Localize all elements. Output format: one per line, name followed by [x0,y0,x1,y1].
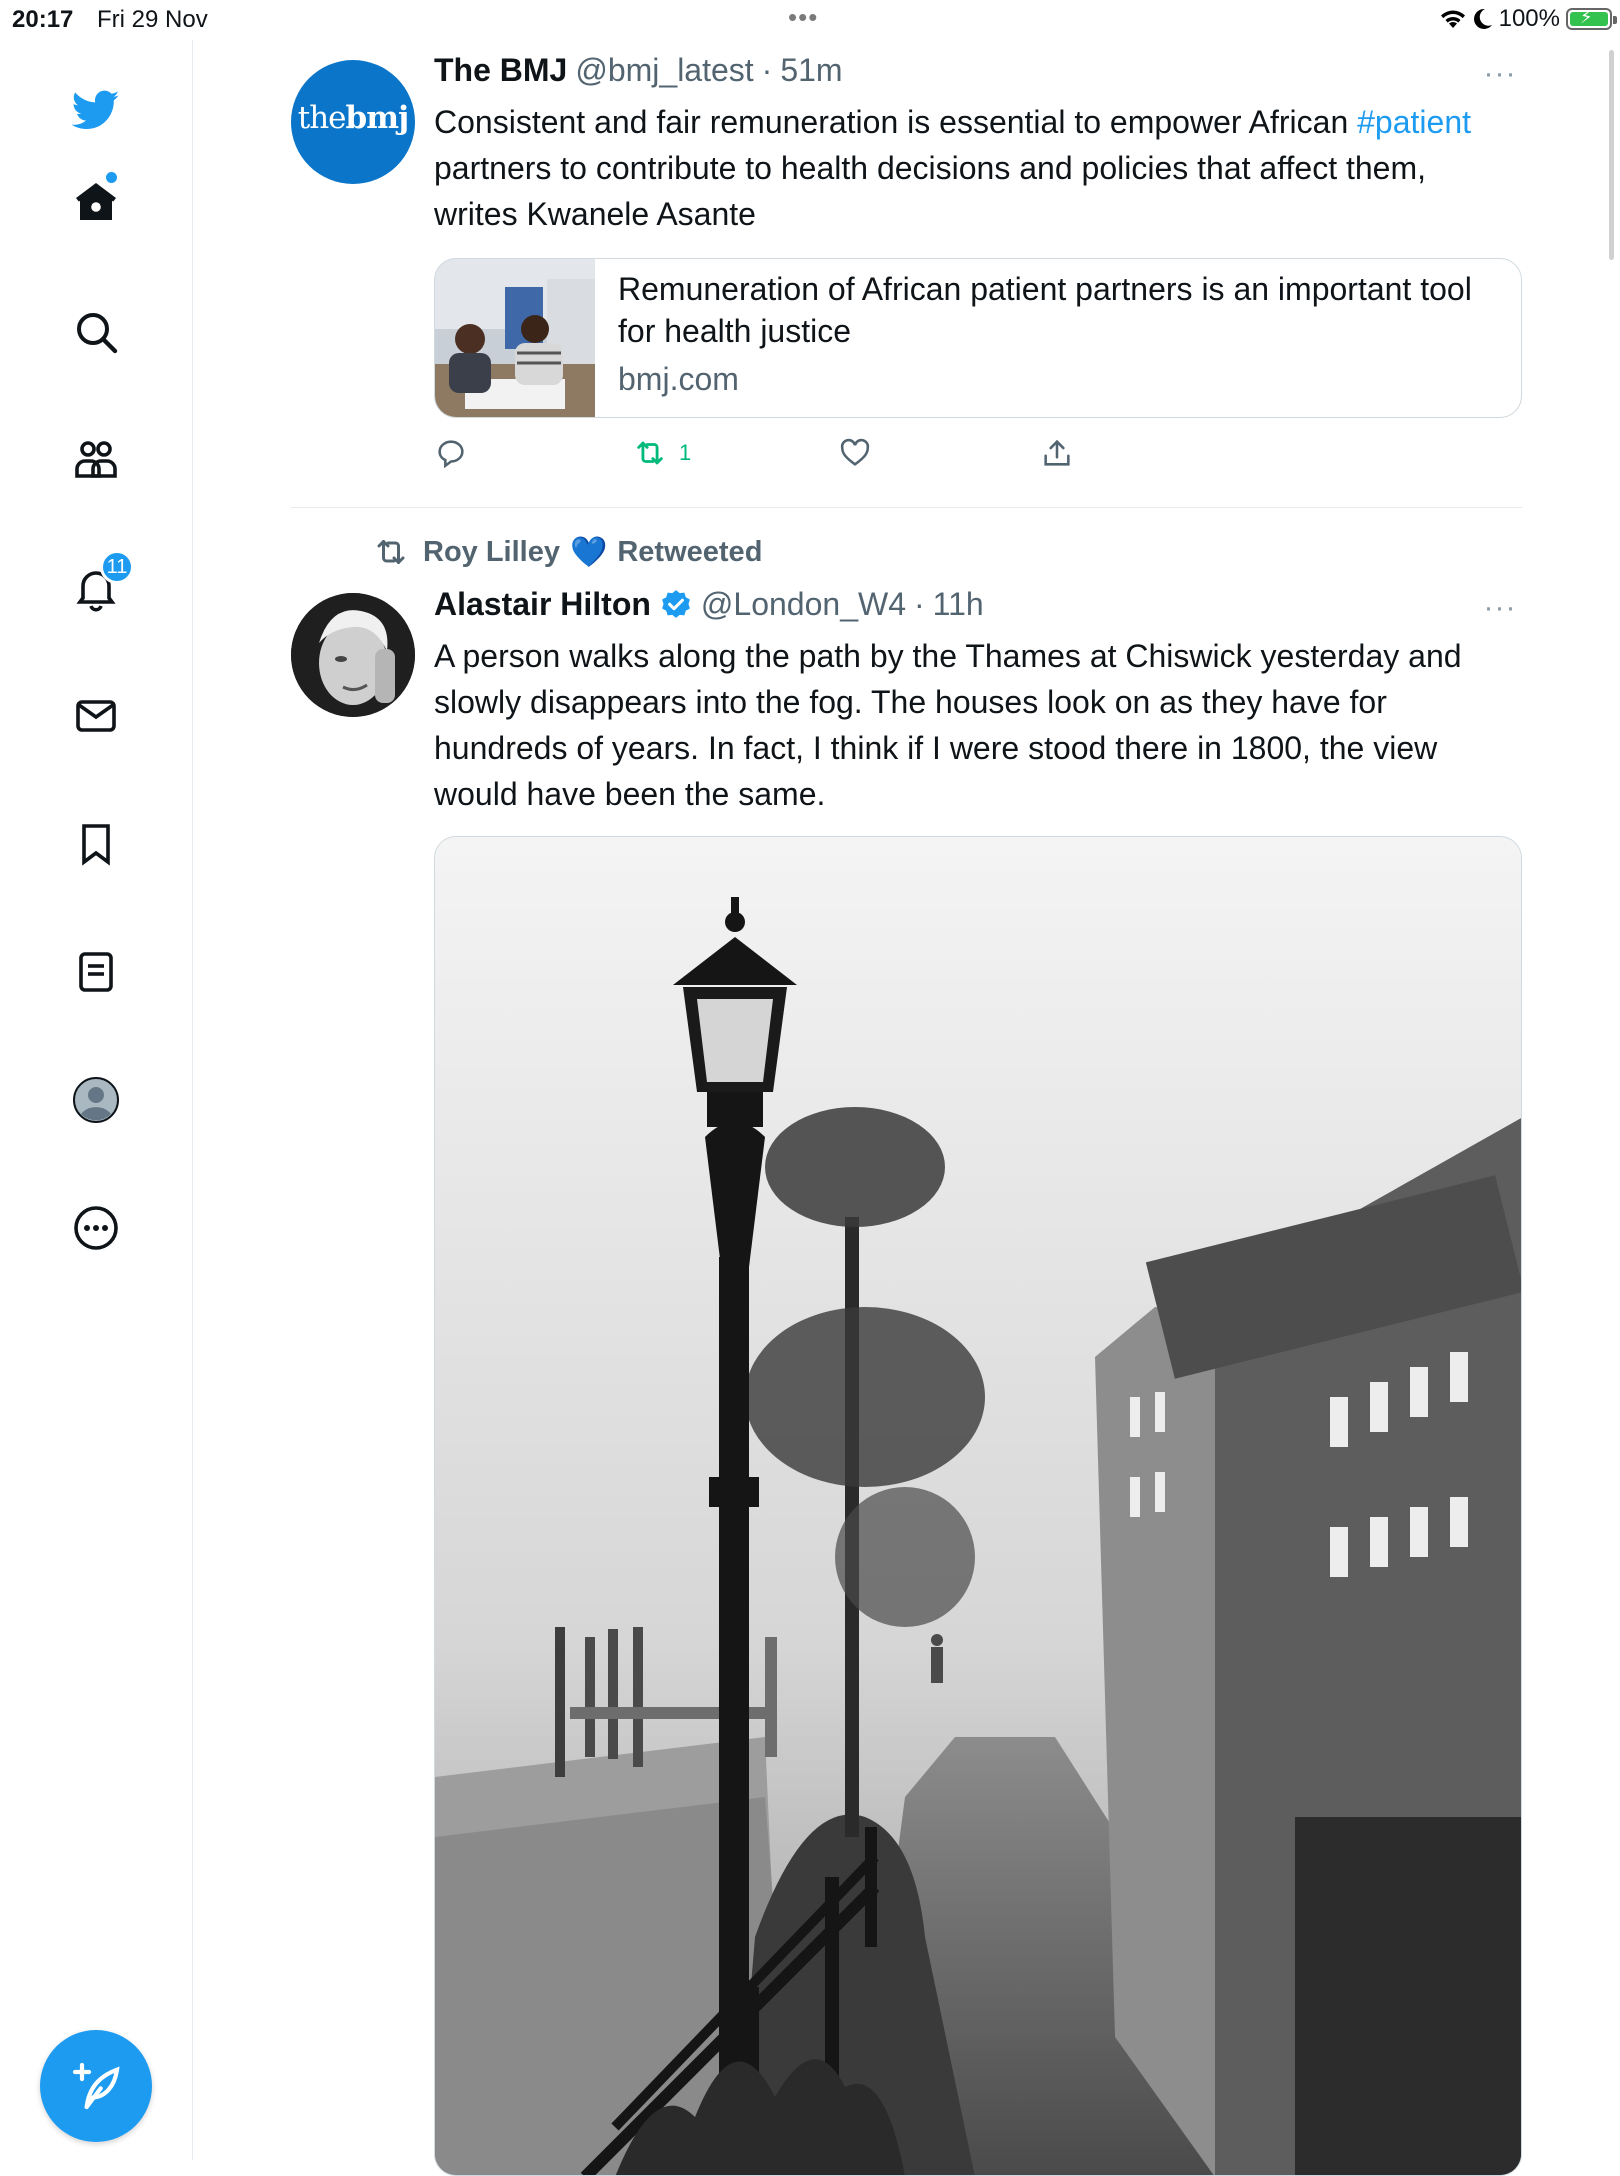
notifications-icon[interactable]: 11 [56,548,136,628]
tweet-more-icon[interactable]: ··· [1475,59,1525,94]
tweet-divider [291,507,1522,508]
link-card-title: Remuneration of African patient partners… [618,271,1472,349]
avatar-bmj[interactable]: thebmj [291,60,415,184]
status-time: 20:17 [12,6,74,33]
sidebar: 11 [0,40,193,2160]
retweeted-label: Retweeted [617,535,763,568]
author-name[interactable]: Alastair Hilton [434,586,651,623]
author-handle[interactable]: @London_W4 [701,586,906,623]
author-name[interactable]: The BMJ [434,52,567,89]
link-card[interactable]: Remuneration of African patient partners… [434,258,1522,418]
home-new-dot [106,172,117,183]
like-button[interactable] [838,436,872,470]
notifications-badge: 11 [100,550,134,584]
lists-icon[interactable] [56,932,136,1012]
battery-percent: 100% [1498,5,1560,32]
retweet-button[interactable]: 1 [633,436,691,470]
tweet-header: Alastair Hilton @London_W4 · 11h [434,586,984,623]
share-icon [1044,439,1070,466]
compose-button[interactable] [40,2030,152,2142]
retweet-count: 1 [679,440,692,465]
tweet-more-icon[interactable]: ··· [1475,593,1525,628]
reply-button[interactable] [434,436,468,470]
status-right: 100% ⚡ [1439,4,1617,34]
bookmarks-icon[interactable] [56,804,136,884]
separator: · [913,586,925,622]
tweet-photo[interactable] [434,836,1522,2176]
separator: · [761,52,773,88]
retweeter-name[interactable]: Roy Lilley [423,536,560,569]
profile-icon[interactable] [56,1060,136,1140]
retweet-icon [637,441,663,465]
status-bar: 20:17 Fri 29 Nov ••• 100% ⚡ [0,0,1620,40]
reply-icon [438,440,464,469]
status-date: Fri 29 Nov [97,6,208,33]
bmj-logo: thebmj [297,100,409,136]
timeline[interactable]: thebmj The BMJ @bmj_latest · 51m ··· Con… [193,40,1620,2176]
avatar-alastair[interactable] [291,593,415,717]
link-card-domain: bmj.com [618,361,739,397]
hashtag-link[interactable]: #patient [1357,104,1471,140]
tweet-text: Consistent and fair remuneration is esse… [434,104,1471,232]
tweet-time[interactable]: 51m [780,52,842,89]
compose-feather-icon [72,2062,120,2110]
retweet-indicator-icon [377,540,405,564]
link-card-thumbnail [435,259,595,417]
messages-icon[interactable] [56,676,136,756]
tweet-time[interactable]: 11h [933,586,984,623]
twitter-logo-icon[interactable] [56,70,136,150]
author-handle[interactable]: @bmj_latest [575,52,753,89]
blue-heart-emoji: 💙 [570,535,608,569]
more-icon[interactable] [56,1188,136,1268]
retweeted-by-line: Roy Lilley 💙 Retweeted [373,534,762,570]
wifi-icon [1440,10,1465,28]
battery-charging-icon: ⚡ [1566,7,1617,30]
search-icon[interactable] [56,292,136,372]
multitasking-dots-icon[interactable]: ••• [788,2,818,33]
verified-badge-icon [662,589,690,618]
scrollbar[interactable] [1609,50,1614,260]
share-button[interactable] [1040,436,1074,470]
home-icon[interactable] [56,162,136,242]
heart-icon [840,438,870,466]
communities-icon[interactable] [56,420,136,500]
fog-photo-image [435,837,1521,2175]
tweet-text: A person walks along the path by the Tha… [434,638,1462,812]
tweet-header: The BMJ @bmj_latest · 51m [434,52,843,89]
moon-icon [1473,8,1492,29]
